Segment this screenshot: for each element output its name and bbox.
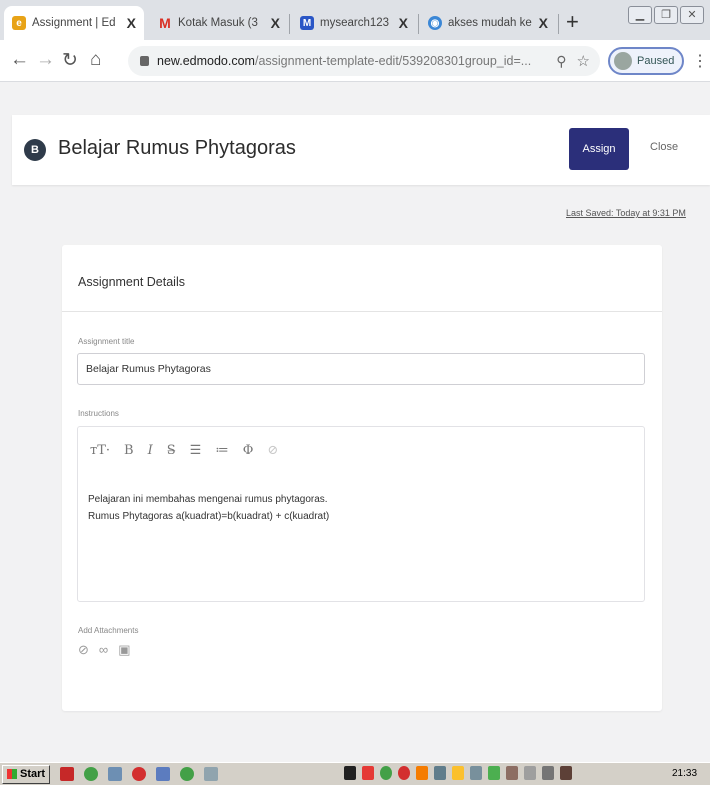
url-text[interactable]: new.edmodo.com/assignment-template-edit/… [157,54,546,68]
taskbar-clock: 21:33 [672,768,698,779]
minimize-icon[interactable]: ▁ [628,6,652,24]
assignment-title-input[interactable]: Belajar Rumus Phytagoras [77,353,645,385]
tray-icon[interactable] [416,766,428,780]
editor-toolbar: ᴛT· B I S̶ ☰ ≔ Φ ⊘ [90,443,278,458]
tray-icon[interactable] [380,766,392,780]
close-tab-icon[interactable]: X [539,15,548,31]
url-bar[interactable]: new.edmodo.com/assignment-template-edit/… [128,46,600,76]
tab-akses[interactable]: ◉ akses mudah ke X [420,6,556,40]
tray-icon[interactable] [362,766,374,780]
globe-icon: ◉ [428,16,442,30]
app-icon[interactable] [60,767,75,781]
browser-tab-strip: e Assignment | Ed X M Kotak Masuk (3 X M… [0,0,710,40]
tab-assignment[interactable]: e Assignment | Ed X [4,6,144,40]
instructions-label: Instructions [78,409,119,418]
app-icon[interactable] [108,767,123,781]
browser-menu-icon[interactable]: ⋮ [692,51,708,71]
tray-icon[interactable] [344,766,356,780]
tab-gmail[interactable]: M Kotak Masuk (3 X [150,6,288,40]
restore-icon[interactable]: ❐ [654,6,678,24]
lock-icon[interactable] [140,56,149,66]
page-title: Belajar Rumus Phytagoras [58,137,296,159]
taskbar: Start 21:33 [0,762,710,785]
numbered-list-icon[interactable]: ≔ [215,443,228,458]
tray-icon[interactable] [398,766,410,780]
close-window-icon[interactable]: ✕ [680,6,704,24]
tray-icon[interactable] [488,766,500,780]
tray-icon[interactable] [506,766,518,780]
last-saved-link[interactable]: Last Saved: Today at 9:31 PM [566,208,686,218]
tray-icon[interactable] [452,766,464,780]
gmail-icon: M [159,15,171,31]
chrome-icon[interactable] [180,767,195,781]
tab-mysearch[interactable]: M mysearch123 X [292,6,416,40]
window-controls: ▁ ❐ ✕ [628,6,704,24]
tab-separator [418,14,419,34]
paperclip-icon[interactable]: ⊘ [78,642,89,658]
assignment-header: B Belajar Rumus Phytagoras Assign Close [12,115,710,185]
windows-flag-icon [7,769,17,779]
link-icon[interactable]: ⊘ [267,443,278,458]
group-badge-icon: B [24,139,46,161]
close-tab-icon[interactable]: X [271,15,280,31]
bookmark-star-icon[interactable]: ☆ [577,52,590,70]
app-icon[interactable] [156,767,171,781]
home-icon[interactable]: ⌂ [90,49,101,71]
close-tab-icon[interactable]: X [399,15,408,31]
tab-separator [289,14,290,34]
tray-icon[interactable] [560,766,572,780]
italic-icon[interactable]: I [148,443,153,458]
assignment-title-label: Assignment title [78,337,135,346]
card-title: Assignment Details [78,275,185,289]
library-icon[interactable]: ▣ [118,642,130,658]
assignment-details-card: Assignment Details Assignment title Bela… [62,245,662,711]
close-tab-icon[interactable]: X [127,15,136,31]
zoom-icon[interactable]: ⚲ [556,53,566,70]
system-tray [344,766,572,780]
strikethrough-icon[interactable]: S̶ [167,443,176,458]
add-attachments-label: Add Attachments [78,626,139,635]
edmodo-e-icon: e [12,16,26,30]
tray-icon[interactable] [470,766,482,780]
close-button[interactable]: Close [650,141,678,153]
volume-icon[interactable] [542,766,554,780]
bold-icon[interactable]: B [124,443,134,458]
back-arrow-icon[interactable]: ← [10,49,29,71]
reload-icon[interactable]: ↻ [62,49,78,72]
start-button[interactable]: Start [2,764,51,784]
card-divider [62,311,662,312]
profile-paused-button[interactable]: Paused [608,47,685,75]
chrome-icon[interactable] [84,767,99,781]
tray-icon[interactable] [524,766,536,780]
new-tab-button[interactable]: + [566,11,579,33]
mail-icon: M [300,16,314,30]
assign-button[interactable]: Assign [569,128,629,170]
tray-icon[interactable] [434,766,446,780]
forward-arrow-icon[interactable]: → [36,49,55,71]
text-size-icon[interactable]: ᴛT· [90,443,110,458]
bullet-list-icon[interactable]: ☰ [190,443,202,458]
opera-icon[interactable] [132,767,147,781]
app-icon[interactable] [204,767,219,781]
attachment-buttons: ⊘ ∞ ▣ [78,642,130,658]
tab-separator [558,14,559,34]
quick-launch [60,767,219,781]
address-bar-row: ← → ↻ ⌂ new.edmodo.com/assignment-templa… [0,40,710,82]
instructions-text[interactable]: Pelajaran ini membahas mengenai rumus ph… [88,491,329,525]
link-icon[interactable]: ∞ [99,642,108,658]
instructions-editor[interactable]: ᴛT· B I S̶ ☰ ≔ Φ ⊘ Pelajaran ini membaha… [77,426,645,602]
formula-icon[interactable]: Φ [243,443,254,458]
avatar [614,52,632,70]
